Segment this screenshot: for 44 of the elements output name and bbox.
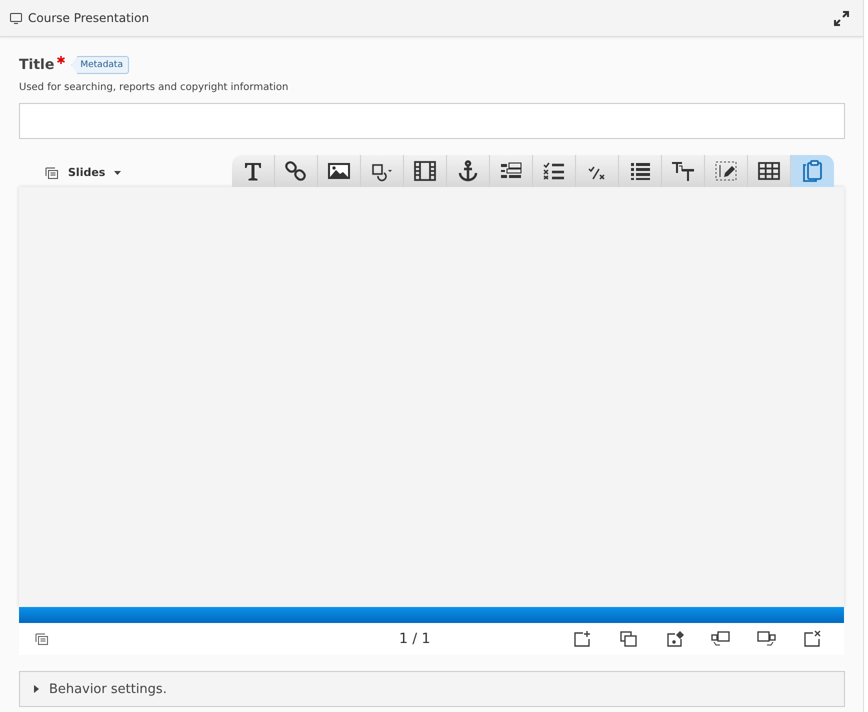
- image-tool-button[interactable]: [318, 155, 361, 187]
- slides-icon[interactable]: [35, 633, 49, 645]
- video-icon: [413, 160, 437, 182]
- anchor-tool-button[interactable]: [447, 155, 490, 187]
- image-icon: [327, 160, 351, 182]
- page-counter: 1 / 1: [399, 631, 430, 647]
- table-tool-button[interactable]: [748, 155, 791, 187]
- expand-arrow-icon: [34, 685, 39, 693]
- field-description: Used for searching, reports and copyright information: [19, 82, 290, 93]
- editbox-tool-button[interactable]: [705, 155, 748, 187]
- monitor-icon: [10, 12, 22, 24]
- anchor-icon: [456, 160, 480, 182]
- behavior-settings-toggle[interactable]: Behavior settings.: [19, 671, 845, 707]
- move-left-slide-icon: [711, 630, 731, 648]
- field-label: Title: [19, 57, 54, 73]
- slides-icon: [45, 166, 59, 178]
- checklist-icon: [542, 160, 566, 182]
- clone-slide-icon: [619, 630, 639, 648]
- fields-tool-button[interactable]: [490, 155, 533, 187]
- move-right-slide-icon: [757, 630, 777, 648]
- link-icon: [284, 160, 308, 182]
- slides-dropdown[interactable]: Slides: [45, 166, 122, 179]
- header-title: Course Presentation: [28, 11, 150, 25]
- list-icon: [628, 160, 652, 182]
- video-tool-button[interactable]: [404, 155, 447, 187]
- text-tool-button[interactable]: [232, 155, 275, 187]
- paste-icon: [800, 160, 824, 182]
- table-icon: [757, 160, 781, 182]
- truefalse-tool-button[interactable]: [576, 155, 619, 187]
- delete-slide-icon: [803, 630, 823, 648]
- caret-icon: [114, 170, 122, 174]
- link-tool-button[interactable]: [275, 155, 318, 187]
- expand-icon[interactable]: [834, 10, 849, 26]
- fonts-tool-button[interactable]: [662, 155, 705, 187]
- paste-tool-button[interactable]: [791, 155, 834, 187]
- background-slide-icon: [665, 630, 685, 648]
- add-slide-icon: [573, 630, 593, 648]
- shapes-tool-button[interactable]: [361, 155, 404, 187]
- checklist-tool-button[interactable]: [533, 155, 576, 187]
- fonts-icon: [671, 160, 695, 182]
- metadata-tag[interactable]: Metadata: [71, 56, 129, 74]
- editbox-icon: [714, 160, 738, 182]
- list-tool-button[interactable]: [619, 155, 662, 187]
- title-input[interactable]: [19, 103, 845, 139]
